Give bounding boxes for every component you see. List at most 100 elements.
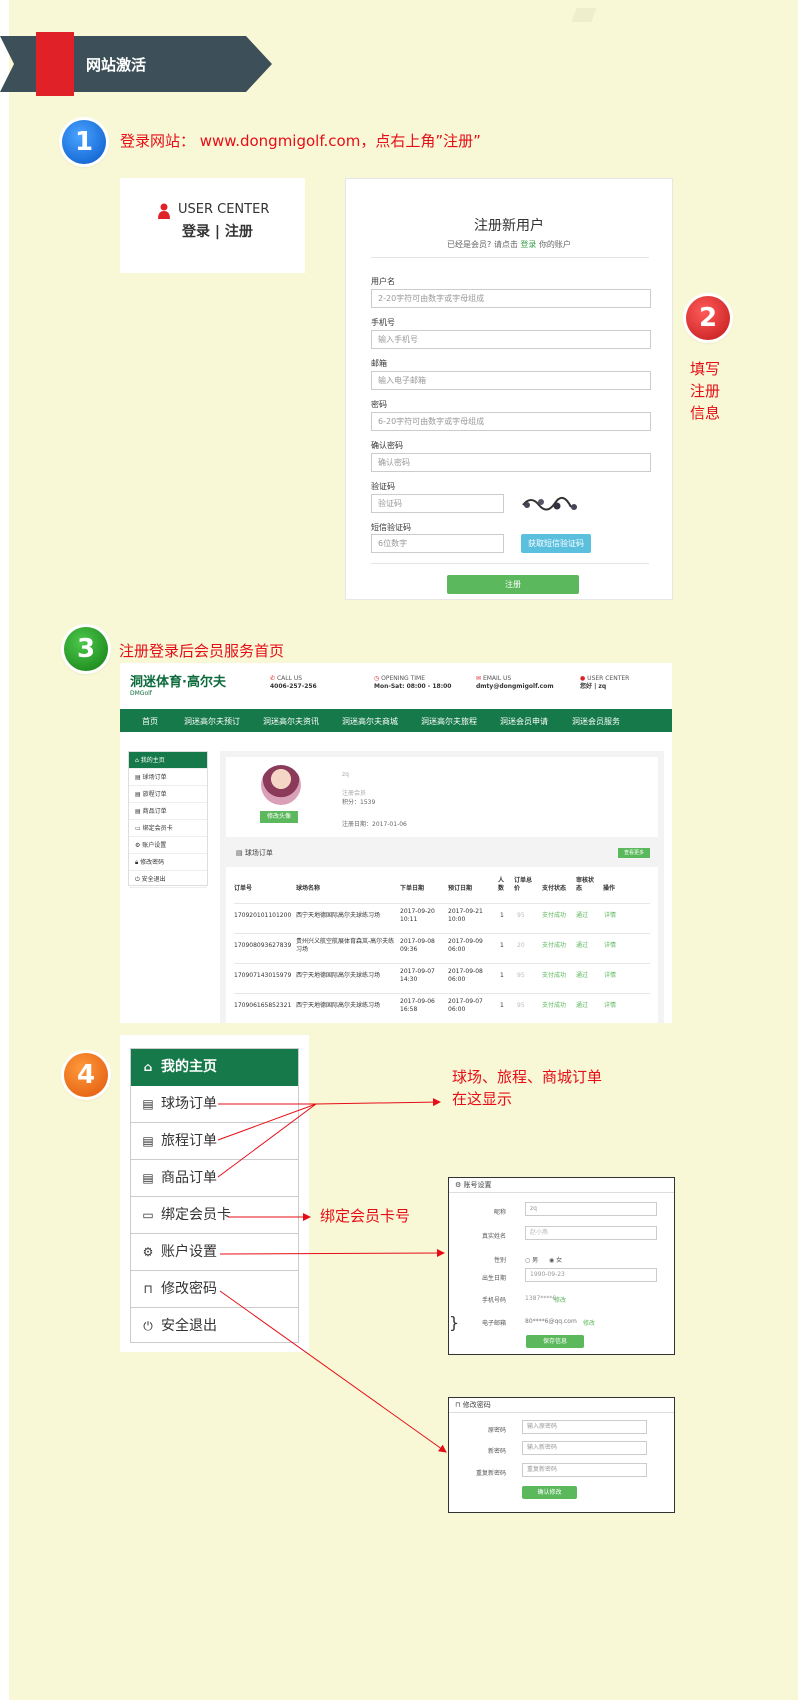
menu-item-account-settings[interactable]: ⚙ 账户设置 bbox=[131, 1234, 298, 1271]
cell-detail-link[interactable]: 详情 bbox=[604, 942, 616, 950]
username-label: 用户名 bbox=[371, 277, 395, 286]
menu-item-product-orders[interactable]: ▤ 商品订单 bbox=[131, 1160, 298, 1197]
menu-item-home[interactable]: ⌂ 我的主页 bbox=[131, 1049, 298, 1086]
phone-label: 手机号码 bbox=[481, 1297, 506, 1304]
col-review-status: 审核状态 bbox=[576, 877, 595, 892]
phone-icon: ✆ bbox=[270, 675, 276, 682]
cell-detail-link[interactable]: 详情 bbox=[604, 1002, 616, 1010]
login-register-link[interactable]: 登录 | 注册 bbox=[182, 221, 253, 241]
cell-people: 1 bbox=[500, 972, 504, 979]
new-password-input[interactable]: 输入新密码 bbox=[522, 1441, 647, 1455]
cell-pay-status: 支付成功 bbox=[542, 972, 567, 979]
gender-male-radio[interactable]: ○ 男 bbox=[525, 1255, 538, 1264]
opening-label: OPENING TIME bbox=[381, 675, 426, 682]
confirm-password-label: 重复新密码 bbox=[475, 1470, 506, 1477]
sidebar-item-home[interactable]: ⌂ 我的主页 bbox=[129, 752, 207, 769]
edit-avatar-button[interactable]: 修改头像 bbox=[260, 811, 298, 823]
col-course: 球场名称 bbox=[296, 885, 321, 892]
nav-shop[interactable]: 洞迷高尔夫商城 bbox=[342, 716, 398, 727]
nav-member-apply[interactable]: 洞迷会员申请 bbox=[500, 716, 548, 727]
table-row: 170906165852321 西宁天地德国际高尔夫球练习场 2017-09-0… bbox=[234, 993, 650, 1023]
realname-input[interactable]: 赵小燕 bbox=[525, 1226, 657, 1240]
gender-female-radio[interactable]: ◉ 女 bbox=[549, 1255, 562, 1264]
main-nav: 首页 洞迷高尔夫预订 洞迷高尔夫资讯 洞迷高尔夫商城 洞迷高尔夫旅程 洞迷会员申… bbox=[120, 709, 672, 732]
col-book-date: 预订日期 bbox=[448, 885, 473, 892]
member-main: 修改头像 zq 注册会员 积分：1539 注册日期：2017-01-06 ▤ 球… bbox=[220, 751, 664, 1023]
cell-detail-link[interactable]: 详情 bbox=[604, 972, 616, 980]
view-more-button[interactable]: 查看更多 bbox=[618, 848, 650, 858]
user-center[interactable]: ● USER CENTER 您好 | zq bbox=[580, 675, 629, 691]
confirm-change-button[interactable]: 确认修改 bbox=[522, 1486, 577, 1499]
sidebar-item-course-orders[interactable]: ▤ 球场订单 bbox=[129, 769, 207, 786]
left-margin bbox=[0, 0, 9, 1700]
step-3-badge: 3 bbox=[64, 627, 108, 671]
menu-item-trip-orders[interactable]: ▤ 旅程订单 bbox=[131, 1123, 298, 1160]
col-price: 订单总价 bbox=[514, 877, 533, 892]
new-password-row: 新密码 输入新密码 bbox=[449, 1441, 674, 1457]
password-input[interactable]: 6-20字符可由数字或字母组成 bbox=[371, 412, 651, 431]
sms-code-input[interactable]: 6位数字 bbox=[371, 534, 504, 553]
document-icon: ▤ bbox=[142, 1133, 154, 1148]
confirm-password-input[interactable]: 确认密码 bbox=[371, 453, 651, 472]
old-password-input[interactable]: 输入原密码 bbox=[522, 1420, 647, 1434]
sidebar-item-logout[interactable]: ⏻ 安全退出 bbox=[129, 871, 207, 888]
get-sms-code-button[interactable]: 获取短信验证码 bbox=[521, 534, 591, 553]
mail-icon: ✉ bbox=[476, 675, 482, 682]
birth-input[interactable]: 1990-09-23 bbox=[525, 1268, 657, 1282]
cell-people: 1 bbox=[500, 1002, 504, 1009]
sidebar-item-account[interactable]: ⚙ 账户设置 bbox=[129, 837, 207, 854]
sidebar-item-trip-orders[interactable]: ▤ 旅程订单 bbox=[129, 786, 207, 803]
step-1-badge: 1 bbox=[62, 120, 106, 164]
nav-home[interactable]: 首页 bbox=[142, 716, 158, 727]
home-icon: ⌂ bbox=[143, 1060, 153, 1074]
col-pay-status: 支付状态 bbox=[542, 885, 567, 892]
table-row: 170920101101200 西宁天地德国际高尔夫球练习场 2017-09-2… bbox=[234, 903, 650, 933]
captcha-image[interactable] bbox=[519, 493, 581, 513]
email-value: 80****6@qq.com bbox=[525, 1318, 577, 1325]
menu-item-logout[interactable]: ⏻ 安全退出 bbox=[131, 1308, 298, 1345]
power-icon: ⏻ bbox=[143, 1319, 153, 1333]
site-logo[interactable]: 洞迷体育·高尔夫 DMGolf bbox=[130, 671, 226, 697]
nav-member-service[interactable]: 洞迷会员服务 bbox=[572, 716, 620, 727]
phone-input[interactable]: 输入手机号 bbox=[371, 330, 651, 349]
cell-people: 1 bbox=[500, 912, 504, 919]
account-settings-panel: ⚙ 账号设置 昵称 zq 真实姓名 赵小燕 性别 ○ 男 ◉ 女 出生日期 19… bbox=[448, 1177, 675, 1355]
nickname-input[interactable]: zq bbox=[525, 1202, 657, 1216]
menu-label: 球场订单 bbox=[161, 1095, 217, 1112]
profile-member-level: 注册会员 bbox=[342, 790, 367, 797]
captcha-label: 验证码 bbox=[371, 482, 395, 491]
nav-booking[interactable]: 洞迷高尔夫预订 bbox=[184, 716, 240, 727]
sms-code-label: 短信验证码 bbox=[371, 523, 411, 532]
sidebar-item-product-orders[interactable]: ▤ 商品订单 bbox=[129, 803, 207, 820]
cell-course: 西宁天地德国际高尔夫球练习场 bbox=[296, 912, 381, 919]
menu-label: 绑定会员卡 bbox=[161, 1206, 231, 1223]
edit-phone-link[interactable]: 修改 bbox=[554, 1295, 566, 1304]
login-link[interactable]: 登录 bbox=[520, 240, 536, 249]
captcha-input[interactable]: 验证码 bbox=[371, 494, 504, 513]
menu-item-change-password[interactable]: ⊓ 修改密码 bbox=[131, 1271, 298, 1308]
birth-label: 出生日期 bbox=[481, 1275, 506, 1282]
col-order-id: 订单号 bbox=[234, 885, 253, 892]
call-us: ✆ CALL US 4006-257-256 bbox=[270, 675, 317, 691]
register-submit-button[interactable]: 注册 bbox=[447, 575, 579, 594]
nav-travel[interactable]: 洞迷高尔夫旅程 bbox=[421, 716, 477, 727]
opening-time: ◷ OPENING TIME Mon-Sat: 08:00 - 18:00 bbox=[374, 675, 451, 691]
confirm-password-row: 重复新密码 重复新密码 bbox=[449, 1463, 674, 1479]
lock-icon: ⊓ bbox=[143, 1281, 153, 1296]
username-input[interactable]: 2-20字符可由数字或字母组成 bbox=[371, 289, 651, 308]
sidebar-item-bind-card[interactable]: ▭ 绑定会员卡 bbox=[129, 820, 207, 837]
cell-order-date: 2017-09-06 16:58 bbox=[400, 998, 435, 1013]
nav-news[interactable]: 洞迷高尔夫资讯 bbox=[263, 716, 319, 727]
edit-email-link[interactable]: 修改 bbox=[583, 1318, 595, 1327]
cell-detail-link[interactable]: 详情 bbox=[604, 912, 616, 920]
confirm-password-input[interactable]: 重复新密码 bbox=[522, 1463, 647, 1477]
email-input[interactable]: 输入电子邮箱 bbox=[371, 371, 651, 390]
menu-item-course-orders[interactable]: ▤ 球场订单 bbox=[131, 1086, 298, 1123]
save-info-button[interactable]: 保存信息 bbox=[526, 1335, 584, 1348]
user-icon bbox=[158, 203, 170, 219]
sidebar-item-password[interactable]: 🔒︎ 修改密码 bbox=[129, 854, 207, 871]
cell-course: 西宁天地德国际高尔夫球练习场 bbox=[296, 1002, 381, 1009]
arrow-to-orders-note bbox=[315, 1098, 441, 1107]
table-row: 170907143015979 西宁天地德国际高尔夫球练习场 2017-09-0… bbox=[234, 963, 650, 993]
menu-item-bind-card[interactable]: ▭ 绑定会员卡 bbox=[131, 1197, 298, 1234]
